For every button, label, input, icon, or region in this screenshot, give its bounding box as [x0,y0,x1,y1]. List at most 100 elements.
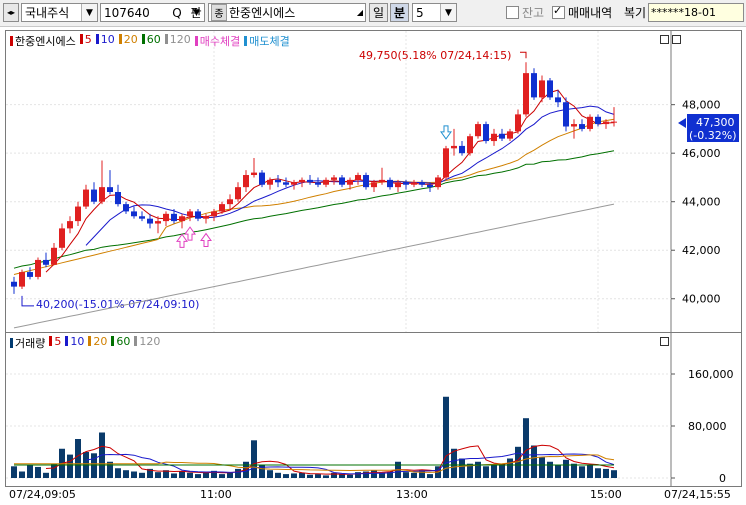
ma120-line [13,203,615,329]
candle-body [323,179,329,185]
market-select[interactable]: 국내주식 ▼ [21,3,98,22]
candle-body [107,187,113,192]
candle-body [419,182,425,185]
volume-bar [75,439,81,478]
volume-bar [459,458,465,478]
volume-bar [539,457,545,478]
volume-bar [43,472,49,478]
interval-select[interactable]: 5 ▼ [412,3,457,22]
volume-bar [499,463,505,478]
volume-bar [371,470,377,478]
volume-bar [571,463,577,478]
buy-marker-icon [200,232,212,248]
volume-bar [115,468,121,478]
candle-body [267,179,273,185]
candle-body [187,211,193,217]
trade-history-label: 매매내역 [568,6,613,20]
candle-body [347,179,353,185]
stock-name-field[interactable]: 종 한중엔시에스 ◢ [208,3,366,22]
price-tick-label: 42,000 [682,244,721,257]
balance-checkbox-box[interactable] [506,6,519,19]
sell-marker-icon [440,125,452,140]
volume-bar [227,472,233,478]
volume-bar [91,453,97,478]
volume-bar [523,418,529,478]
candle-body [219,204,225,212]
candle-body [539,80,545,98]
candle-body [603,121,609,125]
candle-body [435,177,441,188]
volume-chart[interactable]: 160,000 80,000 0 [6,333,741,486]
candle-body [155,221,161,224]
candle-body [427,184,433,188]
dropdown-corner-icon: ◢ [356,8,363,17]
candle-body [467,136,473,154]
trade-history-checkbox-box[interactable] [552,4,565,19]
candle-body [387,179,393,188]
candle-body [331,177,337,180]
candle-body [275,179,281,183]
candle-body [27,272,33,277]
volume-bar [251,440,257,478]
high-annotation: 49,750(5.18% 07/24,14:15) [359,49,511,62]
account-select[interactable]: ******18-01 [648,3,744,22]
candle-body [83,189,89,207]
volume-bar [587,465,593,478]
pan-button[interactable]: 판 [187,3,205,22]
price-tick-label: 48,000 [682,99,721,112]
high-pointer [520,51,527,59]
volume-bar [51,463,57,478]
current-change: (-0.32%) [689,129,737,142]
candle-body [11,281,17,287]
volume-bar [347,474,353,478]
volume-bar [139,472,145,478]
volume-bar [531,445,537,478]
time-label-13: 13:00 [396,488,428,501]
candle-body [563,102,569,127]
candle-body [339,177,345,185]
period-minute-button[interactable]: 분 [390,3,409,22]
time-axis: 07/24,09:05 11:00 13:00 15:00 07/24,15:5… [0,486,746,505]
balance-checkbox[interactable]: 잔고 [506,3,544,22]
ma10-line [85,105,615,246]
candle-body [595,116,601,125]
candle-body [411,182,417,185]
candle-body [235,187,241,200]
time-label-end: 07/24,15:55 [664,488,731,501]
candle-body [451,145,457,149]
ma5-line [45,89,615,273]
volume-bar [19,471,25,478]
volume-bar [563,459,569,478]
volume-bar [323,475,329,478]
candle-body [259,172,265,185]
candle-body [115,192,121,205]
candle-body [67,221,73,229]
price-chart[interactable]: 49,750(5.18% 07/24,14:15) 40,200(-15.01%… [6,31,741,332]
volume-chart-panel: 거래량 5 10 20 60 120 160,000 80,000 0 [5,332,742,487]
volume-bar [595,468,601,478]
toolbar: ◂▸ 국내주식 ▼ 107640 ▼ Q 판 종 한중엔시에스 ◢ 일 분 5 … [0,0,746,27]
trade-history-checkbox[interactable]: 매매내역 [552,3,612,22]
restore-button[interactable]: 복기 [624,3,646,22]
volume-bar [579,466,585,478]
price-tick-label: 46,000 [682,147,721,160]
candle-body [195,211,201,219]
nav-arrows-button[interactable]: ◂▸ [3,3,19,22]
candle-body [459,145,465,154]
low-pointer [21,295,34,307]
candle-body [243,175,249,188]
candle-body [515,114,521,132]
candle-body [403,182,409,185]
chevron-down-icon: ▼ [81,4,97,21]
search-button[interactable]: Q [170,3,184,22]
volume-bar [491,465,497,478]
candle-body [371,182,377,188]
candle-body [75,206,81,222]
volume-bar [355,472,361,478]
price-tick-label: 44,000 [682,196,721,209]
candle-body [211,211,217,217]
candle-body [131,211,137,217]
volume-bar [427,474,433,478]
stock-badge-icon: 종 [211,4,227,21]
period-day-button[interactable]: 일 [369,3,388,22]
